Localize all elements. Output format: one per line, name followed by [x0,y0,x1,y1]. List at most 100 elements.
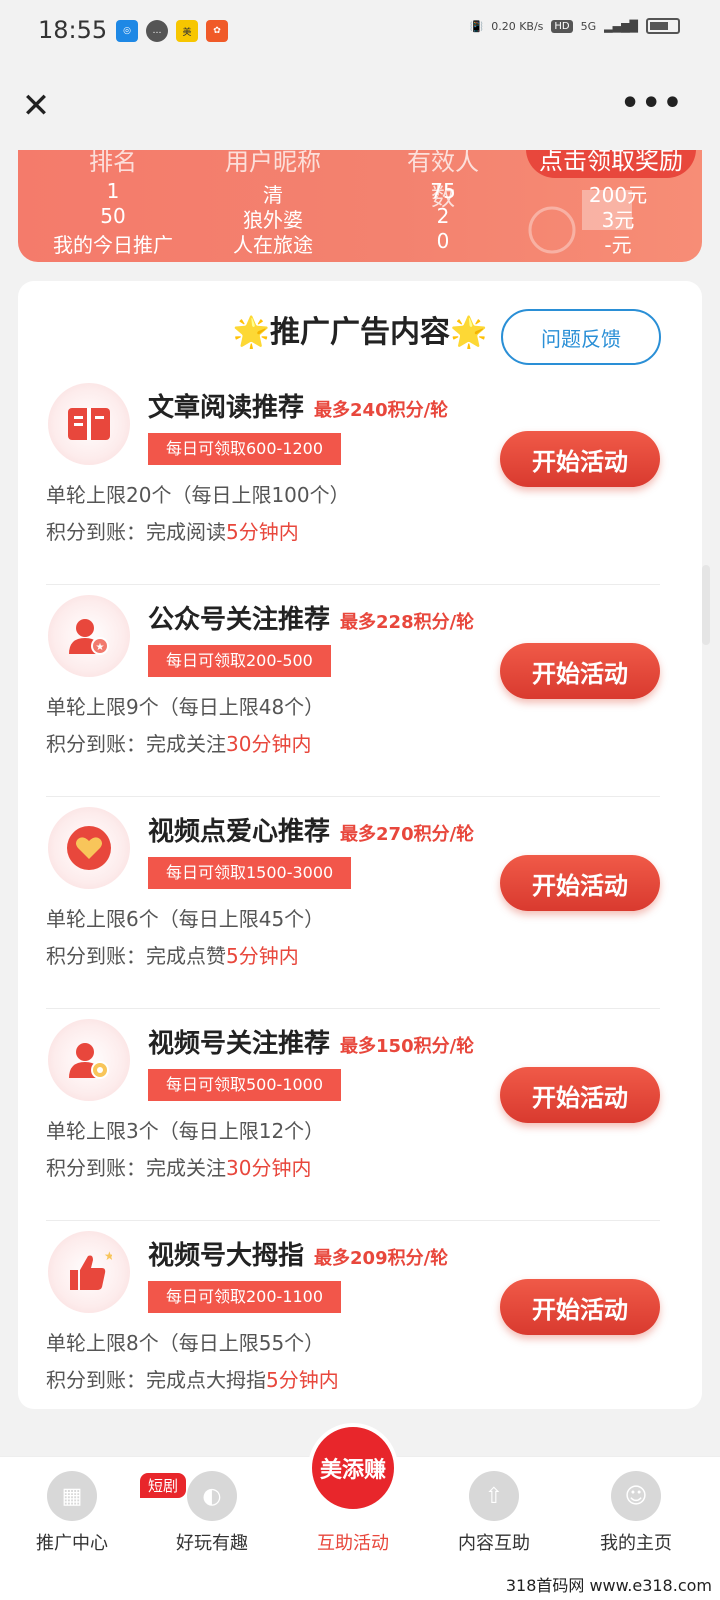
tab-label: 好玩有趣 [176,1533,248,1554]
task-name: 视频点爱心推荐 [148,817,331,847]
start-activity-button[interactable]: 开始活动 [500,1279,660,1335]
svg-text:★: ★ [104,1250,112,1263]
notification-icons: ◎ … 美 ✿ [116,20,228,42]
planet-icon: ◐ [187,1471,237,1521]
tab-promo-center[interactable]: ▦ 推广中心 [12,1471,132,1555]
start-activity-button[interactable]: 开始活动 [500,431,660,487]
signal-icon: ▂▄▆█ [604,19,638,33]
rank-value: 1 [106,179,120,203]
thumbs-up-icon: ★ [48,1231,130,1313]
points-arrival-text: 积分到账：完成阅读5分钟内 [46,516,299,545]
user-follow-icon [48,1019,130,1101]
points-arrival-text: 积分到账：完成点赞5分钟内 [46,940,299,969]
arrival-prefix: 积分到账：完成点赞 [46,944,226,968]
ranking-row: 50 狼外婆 2 3元 [18,204,702,232]
arrival-time: 5分钟内 [226,944,299,968]
ranking-row: 1 清 75 200元 [18,179,702,207]
tab-label: 我的主页 [600,1533,672,1554]
task-max-points: 最多150积分/轮 [340,1036,475,1057]
hd-badge: HD [551,19,573,33]
arrival-time: 5分钟内 [226,520,299,544]
upload-file-icon: ⇧ [469,1471,519,1521]
task-title: 公众号关注推荐 最多228积分/轮 [148,599,474,636]
task-item: 视频点爱心推荐 最多270积分/轮 每日可领取1500-3000 单轮上限6个（每… [18,797,702,1009]
daily-limit-tag: 每日可领取1500-3000 [148,857,352,889]
watermark: 318首码网 www.e318.com [505,1576,712,1595]
rank-value: 我的今日推广 [53,233,173,257]
close-icon[interactable]: ✕ [18,89,54,126]
points-arrival-text: 积分到账：完成关注30分钟内 [46,728,311,757]
task-max-points: 最多228积分/轮 [340,612,475,633]
claim-reward-button[interactable]: 点击领取奖励 [526,150,696,178]
task-item: 视频号关注推荐 最多150积分/轮 每日可领取500-1000 单轮上限3个（每日… [18,1009,702,1221]
task-title: 文章阅读推荐 最多240积分/轮 [148,387,448,424]
status-indicators: 📳 0.20 KB/s HD 5G ▂▄▆█ [469,18,680,34]
message-icon: … [146,20,168,42]
reward-value: -元 [604,233,632,257]
task-item: ★ 公众号关注推荐 最多228积分/轮 每日可领取200-500 单轮上限9个（每… [18,585,702,797]
tab-label: 内容互助 [458,1533,530,1554]
task-item: 文章阅读推荐 最多240积分/轮 每日可领取600-1200 单轮上限20个（每日… [18,373,702,585]
round-limit-text: 单轮上限6个（每日上限45个） [46,907,325,931]
network-speed: 0.20 KB/s [491,19,544,33]
arrival-prefix: 积分到账：完成阅读 [46,520,226,544]
book-icon [48,383,130,465]
rank-col-header: 排名 [89,150,137,176]
user-star-icon: ★ [48,595,130,677]
start-activity-button[interactable]: 开始活动 [500,1067,660,1123]
task-name: 视频号大拇指 [148,1241,305,1271]
battery-icon [646,18,680,34]
round-limit-text: 单轮上限8个（每日上限55个） [46,1331,325,1355]
rank-value: 50 [100,204,126,228]
round-limit-text: 单轮上限20个（每日上限100个） [46,483,350,507]
start-activity-button[interactable]: 开始活动 [500,643,660,699]
tab-label: 互助活动 [317,1533,389,1554]
start-activity-button[interactable]: 开始活动 [500,855,660,911]
short-drama-badge: 短剧 [140,1473,187,1498]
top-nav: ✕ ••• [0,64,720,150]
tab-my-home[interactable]: ☺ 我的主页 [576,1471,696,1555]
tab-mutual-activity[interactable]: 互助活动 [293,1521,413,1555]
task-item: ★ 视频号大拇指 最多209积分/轮 每日可领取200-1100 单轮上限8个（每… [18,1221,702,1433]
heart-icon [48,807,130,889]
tab-content-mutual[interactable]: ⇧ 内容互助 [434,1471,554,1555]
arrival-time: 30分钟内 [226,1156,312,1180]
task-max-points: 最多209积分/轮 [314,1248,449,1269]
task-title: 视频号大拇指 最多209积分/轮 [148,1235,448,1272]
feedback-button[interactable]: 问题反馈 [501,309,661,365]
task-title: 视频号关注推荐 最多150积分/轮 [148,1023,474,1060]
user-icon: ☺ [611,1471,661,1521]
tab-label: 推广中心 [36,1533,108,1554]
app-notification-icon: ◎ [116,20,138,42]
daily-limit-tag: 每日可领取600-1200 [148,433,342,465]
app-icon: ✿ [206,20,228,42]
arrival-prefix: 积分到账：完成关注 [46,732,226,756]
task-name: 视频号关注推荐 [148,1029,331,1059]
star-icon: 🌟 [232,315,270,350]
arrival-prefix: 积分到账：完成点大拇指 [46,1368,266,1392]
count-value: 0 [436,229,450,253]
arrival-time: 30分钟内 [226,732,312,756]
ranking-row-mine: 我的今日推广 人在旅途 0 -元 [18,229,702,257]
daily-limit-tag: 每日可领取500-1000 [148,1069,342,1101]
status-bar: 18:55 ◎ … 美 ✿ 📳 0.20 KB/s HD 5G ▂▄▆█ [0,0,720,64]
vibrate-icon: 📳 [469,19,484,33]
svg-text:★: ★ [96,642,105,653]
task-name: 文章阅读推荐 [148,393,305,423]
task-name: 公众号关注推荐 [148,605,331,635]
points-arrival-text: 积分到账：完成点大拇指5分钟内 [46,1364,339,1393]
meitianzhuan-logo[interactable]: 美添赚 [308,1423,398,1513]
points-arrival-text: 积分到账：完成关注30分钟内 [46,1152,311,1181]
daily-limit-tag: 每日可领取200-1100 [148,1281,342,1313]
nickname-value: 人在旅途 [233,233,313,257]
star-icon: 🌟 [450,315,488,350]
status-time: 18:55 [38,16,108,44]
count-value: 2 [436,204,450,228]
scrollbar[interactable] [702,565,710,645]
section-title-text: 推广广告内容 [270,315,450,350]
task-max-points: 最多270积分/轮 [340,824,475,845]
promo-content-card: 🌟推广广告内容🌟 问题反馈 文章阅读推荐 最多240积分/轮 每日可领取600-1… [18,281,702,1409]
task-max-points: 最多240积分/轮 [314,400,449,421]
more-icon[interactable]: ••• [620,86,684,121]
count-value: 75 [430,179,456,203]
